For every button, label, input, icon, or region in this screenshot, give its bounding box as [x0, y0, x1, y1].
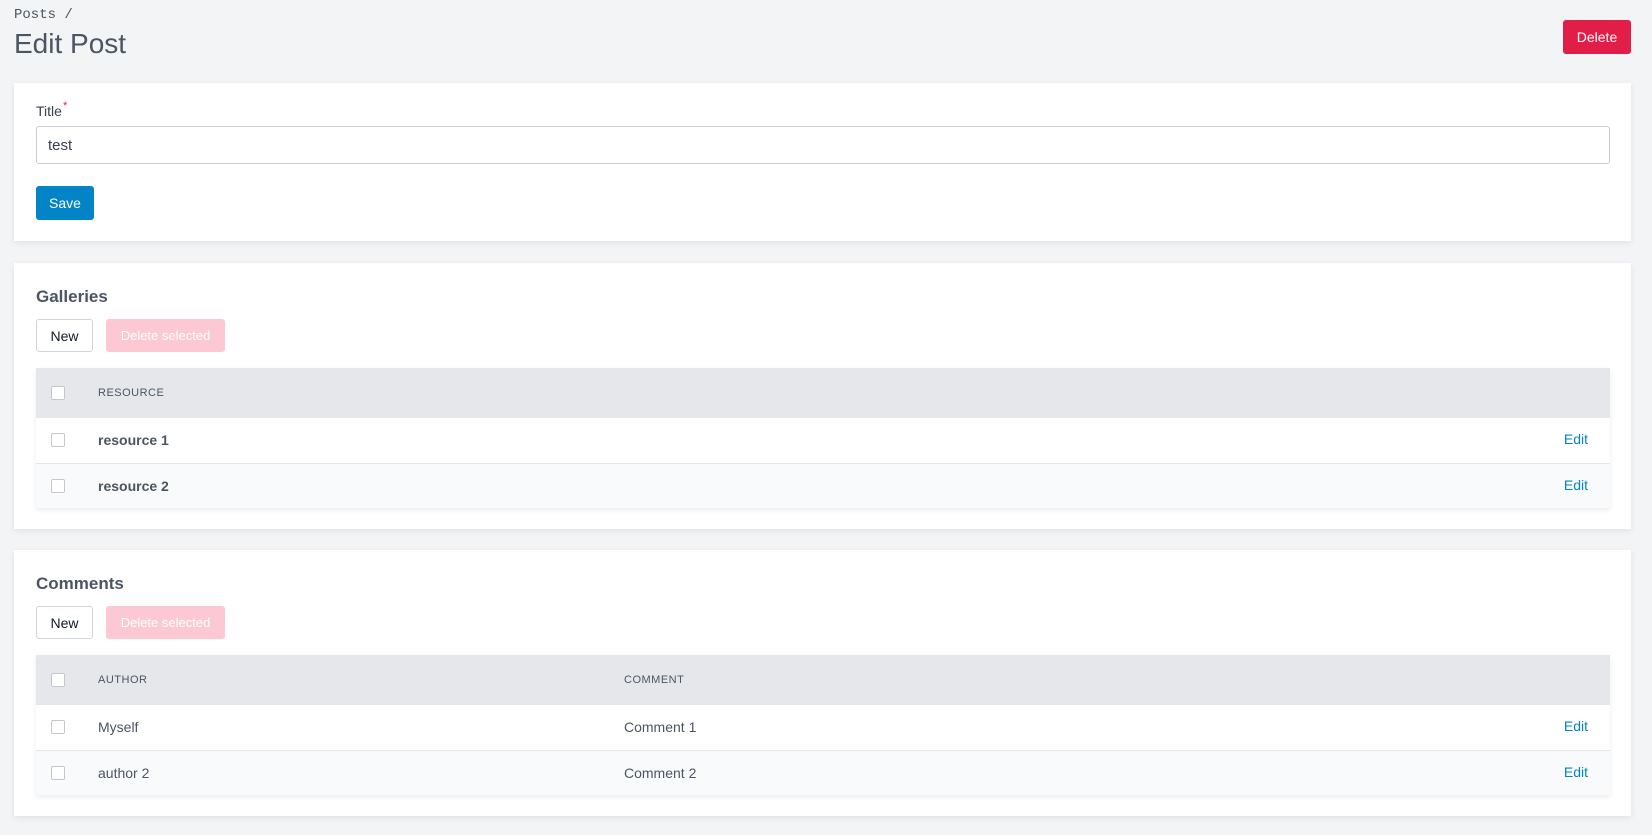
edit-link[interactable]: Edit — [1564, 431, 1588, 447]
column-header-resource: Resource — [98, 387, 165, 399]
author-cell: Myself — [98, 719, 139, 735]
required-mark: * — [62, 100, 68, 112]
breadcrumb-separator: / — [64, 7, 73, 23]
table-row: resource 2 Edit — [36, 463, 1610, 508]
table-row: resource 1 Edit — [36, 418, 1610, 463]
comment-cell: Comment 2 — [624, 765, 697, 781]
column-header-comment: Comment — [624, 674, 685, 686]
comments-title: Comments — [36, 574, 124, 593]
author-cell: author 2 — [98, 765, 150, 781]
galleries-delete-selected-button[interactable]: Delete selected — [106, 319, 225, 352]
save-button[interactable]: Save — [36, 186, 94, 220]
select-all-checkbox[interactable] — [51, 386, 65, 400]
select-all-checkbox[interactable] — [51, 673, 65, 687]
row-checkbox[interactable] — [51, 720, 65, 734]
delete-button[interactable]: Delete — [1563, 20, 1631, 54]
galleries-new-button[interactable]: New — [36, 319, 93, 352]
column-header-author: Author — [98, 674, 148, 686]
edit-link[interactable]: Edit — [1564, 477, 1588, 493]
edit-link[interactable]: Edit — [1564, 764, 1588, 780]
row-checkbox[interactable] — [51, 479, 65, 493]
row-checkbox[interactable] — [51, 766, 65, 780]
table-header: Author Comment — [36, 655, 1610, 705]
title-label: Title* — [36, 100, 68, 119]
table-header: Resource — [36, 368, 1610, 418]
row-checkbox[interactable] — [51, 433, 65, 447]
table-row: author 2 Comment 2 Edit — [36, 750, 1610, 795]
table-row: Myself Comment 1 Edit — [36, 705, 1610, 750]
breadcrumb-parent[interactable]: Posts — [14, 7, 56, 23]
edit-link[interactable]: Edit — [1564, 718, 1588, 734]
title-input[interactable] — [36, 126, 1610, 164]
comments-delete-selected-button[interactable]: Delete selected — [106, 606, 225, 639]
post-form-card: Title* Save — [14, 83, 1631, 241]
galleries-title: Galleries — [36, 287, 108, 306]
title-label-text: Title — [36, 103, 62, 119]
comments-new-button[interactable]: New — [36, 606, 93, 639]
comments-table: Author Comment Myself Comment 1 Edit aut… — [36, 655, 1610, 795]
breadcrumb: Posts / — [14, 7, 73, 23]
page-title: Edit Post — [14, 28, 127, 59]
galleries-table: Resource resource 1 Edit resource 2 Edit — [36, 368, 1610, 508]
resource-cell: resource 2 — [98, 478, 169, 494]
comments-card: Comments New Delete selected Author Comm… — [14, 550, 1631, 816]
galleries-card: Galleries New Delete selected Resource r… — [14, 263, 1631, 529]
resource-cell: resource 1 — [98, 432, 169, 448]
comment-cell: Comment 1 — [624, 719, 697, 735]
